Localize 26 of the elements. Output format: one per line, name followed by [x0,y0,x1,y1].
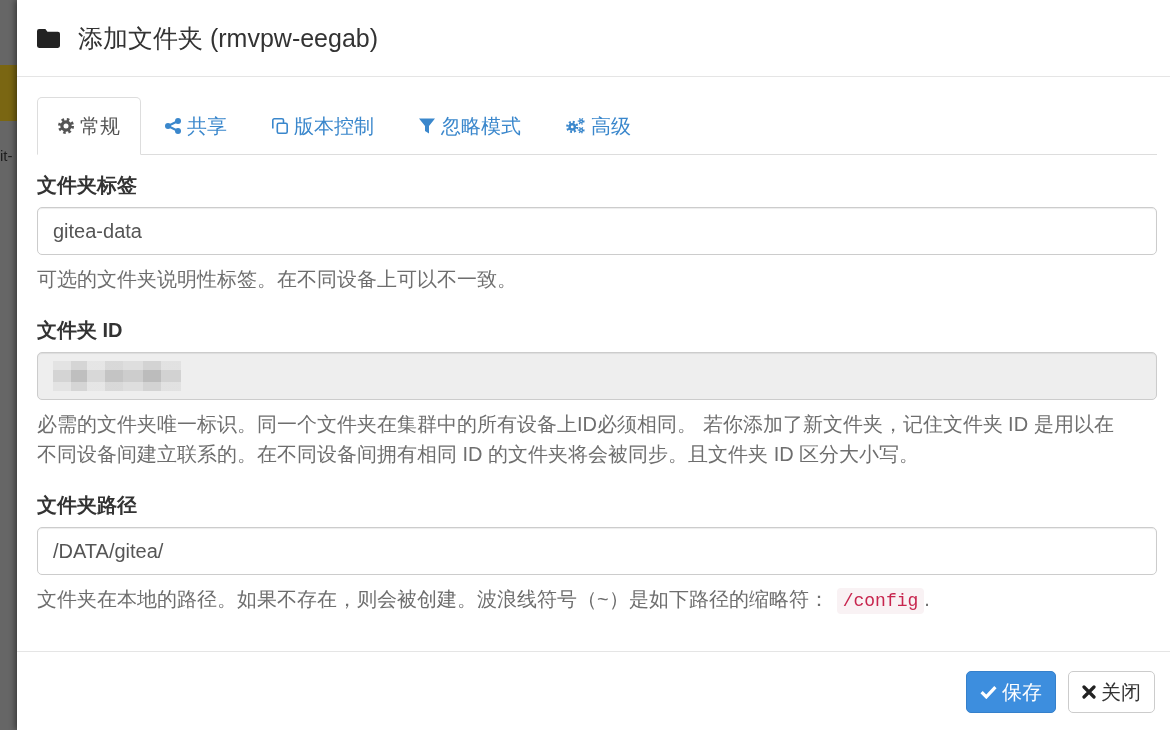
help-text: 可选的文件夹说明性标签。在不同设备上可以不一致。 [37,267,518,292]
tab[interactable]: 忽略模式 [398,97,542,155]
header-band [0,65,17,121]
tab[interactable]: 常规 [37,97,141,155]
folder-icon [37,28,60,48]
gears-icon [566,118,585,134]
text-field[interactable]: gitea-data [37,207,1157,255]
field-label: 文件夹标签 [37,173,138,198]
close-button[interactable]: 关闭 [1068,671,1155,713]
backdrop-text: it- [0,147,14,165]
tab[interactable]: 版本控制 [251,97,395,155]
tab[interactable]: 高级 [545,97,652,155]
tab[interactable]: 共享 [144,97,248,155]
share-icon [165,118,181,134]
copy-icon [272,118,288,134]
field-label: 文件夹 ID [37,318,124,343]
check-icon [980,685,997,699]
help-text: 必需的文件夹唯一标识。同一个文件夹在集群中的所有设备上ID必须相同。 若你添加了新文件夹，记住文件夹 ID 是用以在不同设备间建立联系的。在不同设备间拥有相同 ID 的文件夹将会被同步。且文件夹 ID 区分大小写。 [37,412,1115,467]
dialog-title: 添加文件夹 (rmvpw-eegab) [78,22,379,54]
save-button[interactable]: 保存 [966,671,1056,713]
filter-icon [419,118,435,134]
text-field[interactable]: /DATA/gitea/ [37,527,1157,575]
help-text: 文件夹在本地的路径。如果不存在，则会被创建。波浪线符号（~）是如下路径的缩略符： /config . [37,584,1132,616]
gear-icon [58,118,74,134]
field-label: 文件夹路径 [37,493,138,518]
close-icon [1082,685,1096,699]
